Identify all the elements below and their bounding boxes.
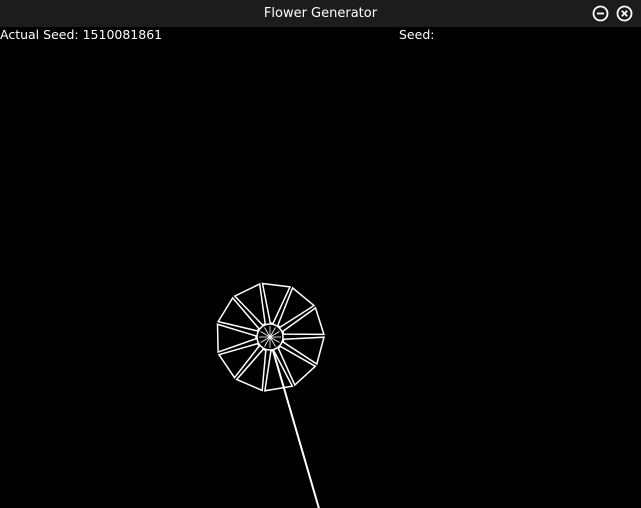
x-circle-icon	[616, 5, 633, 22]
app-window: Flower Generator Actual Seed: 1510081861…	[0, 0, 641, 508]
flower-drawing	[216, 282, 325, 508]
flower-stem	[271, 346, 320, 508]
minimize-button[interactable]	[592, 5, 609, 22]
title-bar[interactable]: Flower Generator	[0, 0, 641, 27]
close-button[interactable]	[616, 5, 633, 22]
drawing-canvas[interactable]: Actual Seed: 1510081861 Seed:	[0, 27, 641, 508]
flower-petal	[277, 345, 317, 387]
actual-seed-label: Actual Seed:	[0, 27, 79, 42]
actual-seed-value: 1510081861	[82, 27, 163, 42]
seed-label: Seed:	[399, 27, 435, 42]
seed-input[interactable]	[438, 27, 588, 43]
seed-field: Seed:	[399, 27, 588, 43]
minus-circle-icon	[592, 5, 609, 22]
actual-seed-display: Actual Seed: 1510081861	[0, 27, 162, 43]
window-title: Flower Generator	[263, 6, 378, 21]
